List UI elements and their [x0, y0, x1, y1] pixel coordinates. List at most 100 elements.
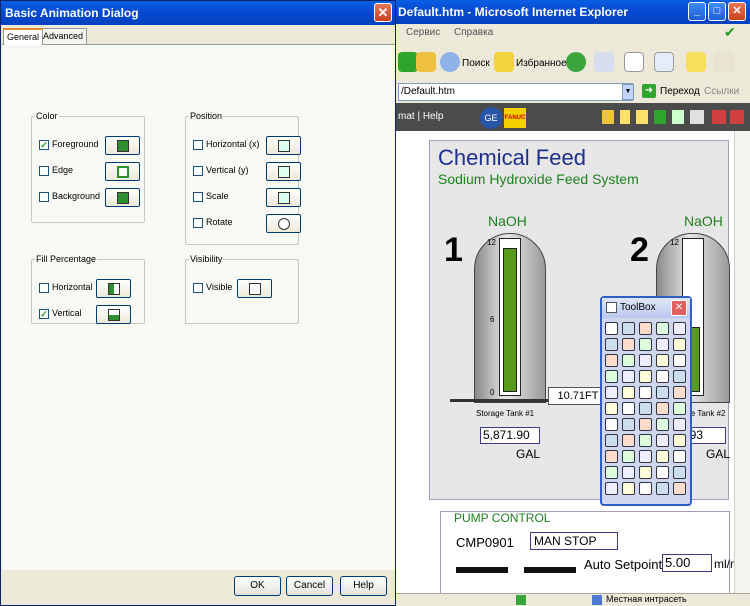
- toolbox-tool-icon[interactable]: [673, 482, 686, 495]
- home-icon[interactable]: [416, 52, 436, 72]
- horizontal-move-button[interactable]: [266, 136, 301, 155]
- toolbox-tool-icon[interactable]: [639, 450, 652, 463]
- alarm-icon[interactable]: [712, 110, 726, 124]
- visibility-button[interactable]: [237, 279, 272, 298]
- cancel-button[interactable]: Cancel: [286, 576, 333, 596]
- toolbox-tool-icon[interactable]: [622, 370, 635, 383]
- toolbox-tool-icon[interactable]: [622, 402, 635, 415]
- toolbox-tool-icon[interactable]: [656, 402, 669, 415]
- login-icon[interactable]: [672, 110, 684, 124]
- toolbox-tool-icon[interactable]: [639, 482, 652, 495]
- toolbox-tool-icon[interactable]: [673, 402, 686, 415]
- toolbox-tool-icon[interactable]: [673, 434, 686, 447]
- pump-mode[interactable]: MAN STOP: [530, 532, 618, 550]
- toolbox-tool-icon[interactable]: [673, 354, 686, 367]
- toolbox-tool-icon[interactable]: [622, 466, 635, 479]
- toolbox-tool-icon[interactable]: [622, 450, 635, 463]
- toolbox-tool-icon[interactable]: [622, 354, 635, 367]
- toolbox-tool-icon[interactable]: [605, 482, 618, 495]
- go-button-label[interactable]: Переход: [660, 86, 700, 97]
- toolbox-tool-icon[interactable]: [673, 466, 686, 479]
- toolbox-tool-icon[interactable]: [605, 386, 618, 399]
- toolbox-tool-icon[interactable]: [673, 386, 686, 399]
- toolbox-tool-icon[interactable]: [673, 418, 686, 431]
- background-color-button[interactable]: [105, 188, 140, 207]
- refresh-icon[interactable]: [398, 52, 418, 72]
- toolbox-tool-icon[interactable]: [605, 354, 618, 367]
- toolbox-tool-icon[interactable]: [605, 402, 618, 415]
- toolbox-tool-icon[interactable]: [605, 418, 618, 431]
- toolbox-tool-icon[interactable]: [673, 322, 686, 335]
- vertical-move-button[interactable]: [266, 162, 301, 181]
- setpoint-input[interactable]: 5.00: [662, 554, 712, 572]
- dialog-title-bar[interactable]: Basic Animation Dialog ✕: [1, 1, 395, 25]
- checkbox-checked-icon[interactable]: ✓: [39, 140, 49, 150]
- folder-icon[interactable]: [686, 52, 706, 72]
- lock-icon[interactable]: [602, 110, 614, 124]
- toolbox-tool-icon[interactable]: [605, 370, 618, 383]
- menu-service[interactable]: Сервис: [406, 27, 440, 38]
- toolbox-tool-icon[interactable]: [622, 418, 635, 431]
- toolbox-tool-icon[interactable]: [622, 338, 635, 351]
- toolbox-tool-icon[interactable]: [656, 370, 669, 383]
- maximize-icon[interactable]: □: [708, 2, 726, 21]
- tab-advanced[interactable]: Advanced: [39, 28, 88, 44]
- chevron-down-icon[interactable]: ▼: [622, 84, 634, 100]
- key-icon[interactable]: [620, 110, 630, 124]
- toolbox-tool-icon[interactable]: [605, 450, 618, 463]
- history-icon[interactable]: [566, 52, 586, 72]
- toolbox-tool-icon[interactable]: [656, 338, 669, 351]
- toolbox-tool-icon[interactable]: [605, 338, 618, 351]
- messenger-icon[interactable]: [714, 52, 734, 72]
- checkbox-checked-icon[interactable]: ✓: [39, 309, 49, 319]
- go-arrow-icon[interactable]: ➜: [642, 84, 656, 98]
- search-icon[interactable]: [440, 52, 460, 72]
- toolbox-tool-icon[interactable]: [656, 386, 669, 399]
- minimize-icon[interactable]: _: [688, 2, 706, 21]
- toolbox-tool-icon[interactable]: [622, 482, 635, 495]
- search-button-label[interactable]: Поиск: [462, 58, 490, 69]
- logout-icon[interactable]: [690, 110, 704, 124]
- app-menu-text[interactable]: mat | Help: [398, 111, 443, 122]
- close-icon[interactable]: ✕: [728, 2, 746, 21]
- toolbox-tool-icon[interactable]: [622, 386, 635, 399]
- toolbox-tool-icon[interactable]: [639, 402, 652, 415]
- toolbox-tool-icon[interactable]: [673, 338, 686, 351]
- toolbox-tool-icon[interactable]: [656, 322, 669, 335]
- help-button[interactable]: Help: [340, 576, 387, 596]
- ie-title-bar[interactable]: Default.htm - Microsoft Internet Explore…: [396, 0, 750, 24]
- scale-button[interactable]: [266, 188, 301, 207]
- favorites-button-label[interactable]: Избранное: [516, 58, 567, 69]
- toolbox-tool-icon[interactable]: [639, 354, 652, 367]
- toolbox-tool-icon[interactable]: [639, 370, 652, 383]
- links-label[interactable]: Ссылки: [704, 86, 739, 97]
- run-icon[interactable]: [654, 110, 666, 124]
- rotate-button[interactable]: [266, 214, 301, 233]
- toolbox-title-bar[interactable]: ToolBox ✕: [602, 298, 690, 318]
- ok-button[interactable]: OK: [234, 576, 281, 596]
- edit-icon[interactable]: [654, 52, 674, 72]
- foreground-color-button[interactable]: [105, 136, 140, 155]
- toolbox-tool-icon[interactable]: [639, 466, 652, 479]
- close-icon[interactable]: ✕: [671, 300, 687, 316]
- toolbox-tool-icon[interactable]: [656, 418, 669, 431]
- toolbox-tool-icon[interactable]: [639, 338, 652, 351]
- tab-general[interactable]: General: [3, 28, 44, 45]
- toolbox-tool-icon[interactable]: [656, 466, 669, 479]
- toolbox-tool-icon[interactable]: [656, 450, 669, 463]
- favorites-star-icon[interactable]: [494, 52, 514, 72]
- toolbox-tool-icon[interactable]: [605, 322, 618, 335]
- toolbox-tool-icon[interactable]: [622, 322, 635, 335]
- lock-open-icon[interactable]: [636, 110, 648, 124]
- edge-color-button[interactable]: [105, 162, 140, 181]
- print-icon[interactable]: [624, 52, 644, 72]
- toolbox-tool-icon[interactable]: [622, 434, 635, 447]
- alarm-ack-icon[interactable]: [730, 110, 744, 124]
- toolbox-tool-icon[interactable]: [639, 386, 652, 399]
- address-input[interactable]: /Default.htm: [398, 83, 633, 101]
- toolbox-tool-icon[interactable]: [605, 434, 618, 447]
- toolbox-tool-icon[interactable]: [656, 354, 669, 367]
- menu-help[interactable]: Справка: [454, 27, 493, 38]
- toolbox-tool-icon[interactable]: [639, 434, 652, 447]
- mail-icon[interactable]: [594, 52, 614, 72]
